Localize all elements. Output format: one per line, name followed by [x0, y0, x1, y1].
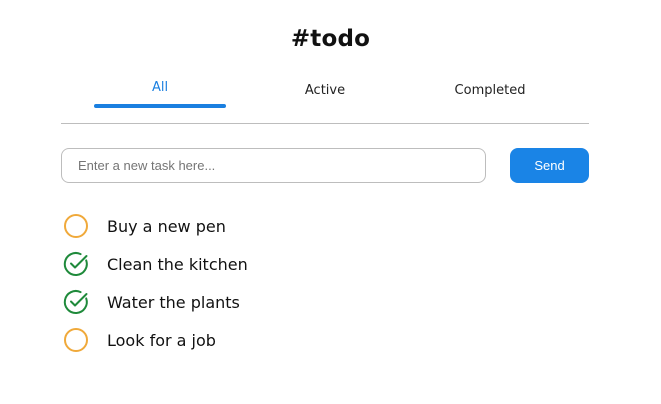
task-label: Buy a new pen [107, 216, 226, 236]
check-circle-icon[interactable] [62, 250, 90, 278]
task-label: Look for a job [107, 330, 216, 350]
circle-outline-icon[interactable] [62, 326, 90, 354]
tabs-divider [61, 123, 589, 124]
tab-active[interactable]: Active [260, 82, 390, 106]
task-item: Buy a new pen [62, 207, 582, 245]
tab-all[interactable]: All [94, 79, 226, 103]
task-item: Water the plants [62, 283, 582, 321]
circle-outline-icon[interactable] [62, 212, 90, 240]
check-circle-icon[interactable] [62, 288, 90, 316]
task-item: Look for a job [62, 321, 582, 359]
task-item: Clean the kitchen [62, 245, 582, 283]
task-list: Buy a new pen Clean the kitchen Water th… [62, 207, 582, 359]
task-label: Clean the kitchen [107, 254, 248, 274]
tab-completed[interactable]: Completed [425, 82, 555, 106]
send-button[interactable]: Send [510, 148, 589, 183]
page-title: #todo [290, 26, 371, 52]
new-task-input[interactable] [61, 148, 486, 183]
task-label: Water the plants [107, 292, 240, 312]
active-tab-indicator [94, 104, 226, 108]
